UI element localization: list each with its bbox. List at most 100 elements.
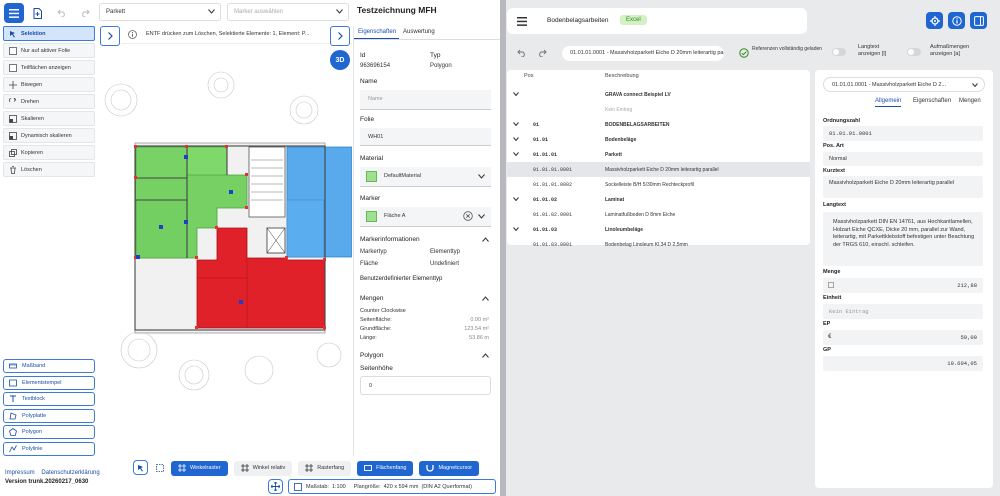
tool-polylinie[interactable]: Polylinie (3, 441, 95, 456)
table-row[interactable]: 01.01.01.0002 Sockelleiste B/H 5/30mm Rec… (507, 177, 810, 192)
tool-kopieren[interactable]: Kopieren (3, 145, 95, 160)
einheit-label: Einheit (823, 295, 842, 301)
winkelraster-button[interactable]: Winkelraster (171, 460, 228, 476)
seitenhoehe-input[interactable]: 0 (360, 376, 491, 395)
magnetcursor-button[interactable]: Magnetcursor (419, 460, 480, 476)
ep-field[interactable]: € 50,00 (823, 330, 983, 345)
table-row[interactable]: 01.01.02.0001 Laminatfußboden D 8mm Eiche (507, 207, 810, 222)
kurztext-label: Kurztext (823, 168, 846, 174)
impressum-link[interactable]: Impressum (5, 470, 35, 476)
name-input[interactable]: Name (360, 90, 491, 110)
flaechenfang-button[interactable]: Flächenfang (357, 460, 414, 476)
chevron-down-icon[interactable] (513, 92, 519, 96)
drawing-pane: Parkett Marker auswählen Testzeichnung M… (0, 0, 500, 496)
select-mode-button[interactable] (133, 460, 148, 475)
rasterfang-button[interactable]: Rasterfang (298, 460, 352, 476)
tool-maßband[interactable]: Maßband (3, 359, 95, 373)
langtext-toggle[interactable] (832, 48, 846, 56)
redo-icon[interactable] (537, 49, 547, 57)
marker-select-field[interactable]: Fläche A (360, 207, 491, 227)
grid-icon (178, 464, 186, 472)
tab-eigenschaften[interactable]: Eigenschaften (354, 26, 400, 39)
redo-button[interactable] (75, 3, 95, 23)
undo-icon[interactable] (517, 49, 527, 57)
menge-label: Menge (823, 269, 841, 275)
row-pos: 01.01 (533, 136, 549, 143)
expand-right-button[interactable] (330, 26, 350, 46)
snap-toolbar: Winkelraster Winkel relativ Rasterfang F… (171, 459, 485, 477)
table-row[interactable]: 01 BODENBELAGSARBEITEN (507, 117, 810, 132)
datenschutz-link[interactable]: Datenschutzerklärung (41, 470, 99, 476)
panel-toggle-button[interactable] (970, 12, 987, 29)
table-row[interactable]: 01.01.03 Linoleumbeläge (507, 222, 810, 237)
chevron-down-icon[interactable] (513, 227, 519, 231)
chevron-down-icon[interactable] (972, 83, 978, 87)
orientation-text: Counter Clockwise (360, 308, 406, 314)
move-view-button[interactable] (268, 479, 283, 494)
clear-icon[interactable] (463, 211, 473, 221)
version-text: Version trunk.20260217_0630 (5, 479, 89, 485)
menge-field[interactable]: 212,88 (823, 278, 983, 293)
tool-selektion[interactable]: Selektion (3, 26, 95, 41)
calculator-icon (828, 282, 834, 288)
einheit-field[interactable]: Kein Eintrag (823, 304, 983, 319)
tool-drehen[interactable]: Drehen (3, 94, 95, 109)
new-file-button[interactable] (27, 3, 47, 23)
info-button[interactable] (948, 12, 965, 29)
tab-auswertung[interactable]: Auswertung (399, 26, 438, 39)
polygon-section: Polygon (360, 352, 384, 359)
tool-polyplatte[interactable]: Polyplatte (3, 408, 95, 423)
tool-biwegen[interactable]: Biwegen (3, 77, 95, 92)
expand-left-button[interactable] (100, 26, 120, 46)
tool-nur-auf-aktiver-folie[interactable]: Nur auf aktiver Folie (3, 43, 95, 58)
current-item-field[interactable]: 01.01.01.0001 - Massivholzparkett Eiche … (562, 46, 724, 61)
chevron-right-icon (337, 32, 343, 40)
drawing-title: Testzeichnung MFH (357, 5, 437, 15)
table-row[interactable]: 01.01 Bodenbeläge (507, 132, 810, 147)
chevron-down-icon[interactable] (513, 137, 519, 141)
row-pos: 01.01.01.0001 (533, 166, 573, 173)
winkel-relativ-button[interactable]: Winkel relativ (233, 460, 293, 476)
tool-skalieren[interactable]: Skalieren (3, 111, 95, 126)
chevron-up-icon[interactable] (482, 353, 489, 358)
rotate-icon (9, 97, 17, 106)
tool-dynamisch-skalieren[interactable]: Dynamisch skalieren (3, 128, 95, 143)
folie-input[interactable]: WH01 (360, 128, 491, 146)
tool-teilflächen-anzeigen[interactable]: Teilflächen anzeigen (3, 60, 95, 75)
folie-select[interactable]: Parkett (99, 3, 221, 21)
aufmass-toggle-label: Aufmaßmengen anzeigen [a] (930, 44, 970, 57)
langtext-value[interactable]: Massivholzparkett DIN EN 14761, aus Hoch… (823, 212, 983, 266)
tool-polygon[interactable]: Polygon (3, 425, 95, 439)
tab-allgemein[interactable]: Allgemein (875, 98, 902, 107)
material-select[interactable]: DefaultMaterial (360, 167, 491, 187)
kurztext-value[interactable]: Massivholzparkett Eiche D 20mm leiterart… (823, 176, 983, 198)
table-row[interactable]: 01.01.01 Parkett (507, 147, 810, 162)
tab-mengen[interactable]: Mengen (959, 98, 981, 104)
scale-bar[interactable]: Maßstab: 1:100 Plangröße: 420 x 594 mm (… (288, 479, 496, 494)
tool-textblock[interactable]: Textblock (3, 392, 95, 406)
table-row[interactable]: 01.01.02 Laminat (507, 192, 810, 207)
marker-select[interactable]: Marker auswählen (227, 3, 349, 21)
table-row[interactable]: 01.01.01.0001 Massivholzparkett Eiche D 2… (507, 162, 810, 177)
tool-elementstempel[interactable]: Elementstempel (3, 375, 95, 390)
undo-button[interactable] (52, 3, 72, 23)
info-bar: ENTF drücken zum Löschen, Selektierte El… (122, 26, 352, 44)
id-label: Id (360, 52, 366, 59)
chevron-up-icon[interactable] (482, 237, 489, 242)
chevron-down-icon[interactable] (513, 152, 519, 156)
menu-button[interactable] (4, 3, 24, 23)
tab-eigenschaften[interactable]: Eigenschaften (913, 98, 951, 104)
chevron-down-icon[interactable] (513, 122, 519, 126)
3d-view-button[interactable]: 3D (330, 50, 350, 70)
chevron-up-icon[interactable] (482, 296, 489, 301)
tool-löschen[interactable]: Löschen (3, 162, 95, 177)
aufmass-toggle[interactable] (907, 48, 921, 56)
table-row[interactable]: GRAVA connect Beispiel LV (507, 87, 810, 102)
floor-plan-canvas[interactable] (99, 50, 352, 410)
snap-points-button[interactable] (152, 460, 167, 475)
table-row[interactable]: Kein Eintrag (507, 102, 810, 117)
settings-button[interactable] (926, 12, 943, 29)
table-row[interactable]: 01.01.03.0001 Bodenbelag Linoleum Kl.34 D… (507, 237, 810, 252)
chevron-down-icon[interactable] (513, 197, 519, 201)
lv-menu-button[interactable] (512, 11, 532, 31)
